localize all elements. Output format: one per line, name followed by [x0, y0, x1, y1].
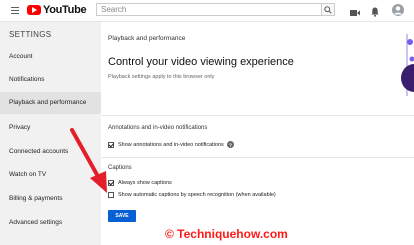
search-input[interactable]: Search — [96, 3, 322, 16]
notifications-bell-icon[interactable] — [371, 4, 379, 22]
youtube-logo[interactable]: YouTube — [27, 4, 87, 16]
logo-text: YouTube — [43, 4, 87, 16]
captions-section-title: Captions — [108, 165, 132, 171]
hamburger-menu-icon[interactable] — [11, 5, 19, 15]
top-bar: YouTube Search — [0, 0, 414, 22]
search-icon — [324, 6, 332, 14]
help-icon[interactable]: ? — [227, 141, 234, 148]
annotation-arrow — [70, 128, 107, 193]
create-video-icon[interactable] — [350, 4, 360, 22]
auto-captions-label: Show automatic captions by speech recogn… — [118, 192, 276, 198]
divider — [102, 157, 414, 158]
section-label: Playback and performance — [108, 35, 186, 42]
svg-text:?: ? — [229, 143, 232, 148]
always-show-captions-label: Always show captions — [118, 180, 172, 186]
sidebar-item-account[interactable]: Account — [0, 46, 101, 68]
sidebar-title: SETTINGS — [9, 30, 52, 39]
page-subtitle: Playback settings apply to this browser … — [108, 74, 215, 80]
page-title: Control your video viewing experience — [108, 56, 294, 68]
sidebar-item-advanced[interactable]: Advanced settings — [0, 212, 101, 234]
annotations-option-label: Show annotations and in-video notificati… — [118, 142, 224, 148]
save-button[interactable]: SAVE — [108, 210, 136, 222]
sidebar-item-playback[interactable]: Playback and performance — [0, 92, 101, 114]
decorative-illustration — [401, 34, 414, 96]
watermark: © Techniquehow.com — [165, 227, 288, 241]
sidebar-item-notifications[interactable]: Notifications — [0, 69, 101, 91]
youtube-play-icon — [27, 5, 41, 15]
annotations-section-title: Annotations and in-video notifications — [108, 125, 208, 131]
avatar[interactable] — [392, 3, 404, 21]
divider — [102, 115, 414, 116]
search-button[interactable] — [322, 3, 335, 16]
